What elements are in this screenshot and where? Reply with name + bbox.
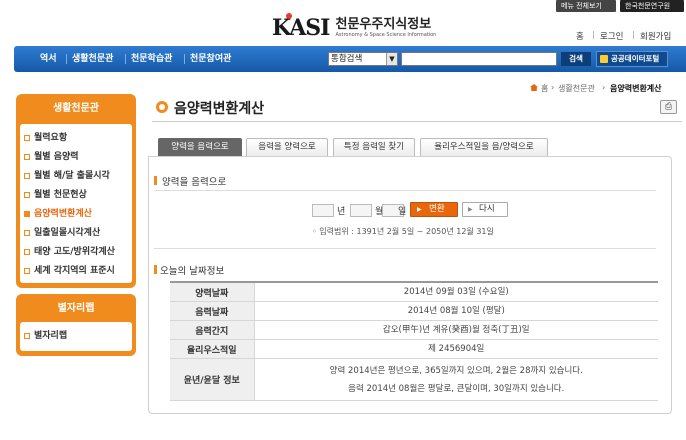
- login-link[interactable]: 로그인: [600, 30, 623, 42]
- tab-find-lunar-day[interactable]: 특정 음력일 찾기: [333, 138, 415, 156]
- sidebar-item-sun-moon-rise[interactable]: 월별 해/달 출몰시각: [20, 167, 132, 186]
- chevron-down-icon: ▼: [386, 53, 397, 65]
- nav-item-learning[interactable]: 천문학습관: [131, 46, 172, 72]
- print-icon[interactable]: ⎙: [660, 100, 677, 114]
- tab-julian-day[interactable]: 율리우스적일을 음/양력으로: [420, 138, 548, 156]
- tab-lunar-to-solar[interactable]: 음력을 양력으로: [246, 138, 328, 156]
- today-info-table: 양력날짜 2014년 09월 03일 (수요일) 음력날짜 2014년 08월 …: [170, 281, 658, 401]
- reset-button[interactable]: 다시: [462, 202, 508, 217]
- table-row: 양력날짜 2014년 09월 03일 (수요일): [170, 282, 658, 302]
- input-range-note: ◦ 입력범위 : 1391년 2월 5일 ~ 2050년 12월 31일: [312, 227, 494, 236]
- kasi-logo-mark: KASI: [272, 13, 330, 41]
- data-icon: [600, 55, 608, 63]
- logo-subtitle: Astronomy & Space Science Information: [335, 31, 437, 38]
- sidebar-item-world-time[interactable]: 세계 각지역의 표준시: [20, 262, 132, 281]
- search-input[interactable]: [401, 52, 557, 66]
- home-link[interactable]: 홈: [576, 30, 584, 42]
- sidebar-title-2: 별자리랩: [57, 303, 95, 314]
- nav-item-life[interactable]: 생활천문관: [72, 46, 113, 72]
- search-scope-select[interactable]: 통합검색 ▼: [328, 52, 398, 66]
- table-row: 음력간지 갑오(甲午)년 계유(癸酉)월 정축(丁丑)일: [170, 320, 658, 340]
- month-input[interactable]: [350, 204, 372, 217]
- join-link[interactable]: 회원가입: [640, 30, 671, 42]
- home-icon: [530, 84, 538, 91]
- row-value: 2014년 09월 03일 (수요일): [254, 282, 658, 302]
- kasi-link[interactable]: 한국천문연구원: [620, 0, 684, 12]
- nav-item-calendar[interactable]: 역서: [40, 46, 57, 72]
- breadcrumb-current: 음양력변환계산: [610, 84, 662, 93]
- sidebar-item-sunrise-calc[interactable]: 일출일몰시각계산: [20, 224, 132, 243]
- leap-year-info: 양력 2014년은 평년으로, 365일까지 있으며, 2월은 28까지 있습니…: [329, 365, 583, 376]
- sidebar-constellation: 별자리랩 별자리랩: [16, 294, 136, 356]
- title-bullet-icon: [156, 101, 168, 113]
- site-logo[interactable]: KASI 천문우주지식정보 Astronomy & Space Science …: [272, 13, 437, 42]
- convert-button[interactable]: 변환: [410, 202, 458, 217]
- row-label: 윤년/윤달 정보: [170, 358, 255, 401]
- sidebar-item-monthly-lunisolar[interactable]: 월별 음양력: [20, 148, 132, 167]
- table-row: 윤년/윤달 정보 양력 2014년은 평년으로, 365일까지 있으며, 2월은…: [170, 358, 658, 401]
- row-label: 율리우스적일: [170, 339, 255, 359]
- opendata-button[interactable]: 공공데이터포털: [596, 51, 668, 67]
- table-row: 율리우스적일 제 2456904일: [170, 339, 658, 359]
- breadcrumb-home[interactable]: 홈: [541, 83, 548, 94]
- sidebar-item-lunar-convert[interactable]: 음양력변환계산: [20, 205, 132, 224]
- sidebar-item-sun-altitude[interactable]: 태양 고도/방위각계산: [20, 243, 132, 262]
- logo-title: 천문우주지식정보: [335, 16, 432, 32]
- today-section-title: 오늘의 날짜정보: [160, 266, 225, 277]
- row-label: 양력날짜: [170, 282, 255, 302]
- row-value: 제 2456904일: [254, 339, 658, 359]
- page-title: 음양력변환계산: [174, 101, 265, 117]
- row-value: 갑오(甲午)년 계유(癸酉)월 정축(丁丑)일: [254, 320, 658, 340]
- sidebar-life: 생활천문관 월력요항 월별 음양력 월별 해/달 출몰시각 월별 천문현상 음양…: [16, 94, 136, 288]
- sidebar-item-constellation-lab[interactable]: 별자리랩: [20, 327, 132, 346]
- row-label: 음력간지: [170, 320, 255, 340]
- converter-section-title: 양력을 음력으로: [162, 177, 227, 188]
- menu-all-button[interactable]: 메뉴 전체보기: [556, 0, 616, 12]
- year-input[interactable]: [312, 204, 334, 217]
- year-label: 년: [337, 207, 346, 217]
- search-button[interactable]: 검색: [561, 52, 591, 66]
- day-label: 일: [398, 207, 407, 217]
- table-row: 음력날짜 2014년 08월 10일 (평달): [170, 301, 658, 321]
- sidebar-title: 생활천문관: [53, 103, 99, 114]
- nav-item-participation[interactable]: 천문참여관: [190, 46, 231, 72]
- row-value: 양력 2014년은 평년으로, 365일까지 있으며, 2월은 28까지 있습니…: [254, 358, 658, 401]
- sidebar-item-astro-events[interactable]: 월별 천문현상: [20, 186, 132, 205]
- leap-month-info: 음력 2014년 08월은 평달로, 큰달이며, 30일까지 있습니다.: [348, 383, 565, 394]
- breadcrumb-level1[interactable]: 생활천문관: [558, 83, 595, 94]
- sidebar-item-monthly-summary[interactable]: 월력요항: [20, 129, 132, 148]
- row-label: 음력날짜: [170, 301, 255, 321]
- tab-solar-to-lunar[interactable]: 양력을 음력으로: [158, 138, 242, 156]
- row-value: 2014년 08월 10일 (평달): [254, 301, 658, 321]
